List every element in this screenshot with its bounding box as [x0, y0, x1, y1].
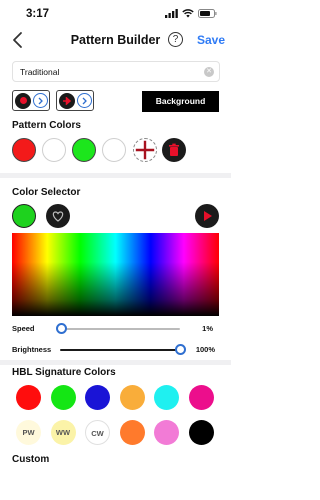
signature-color-swatch[interactable] [85, 385, 110, 410]
trash-icon [169, 143, 179, 156]
signature-color-swatch[interactable] [188, 385, 214, 410]
current-color-swatch[interactable] [12, 204, 36, 228]
delete-color-button[interactable] [162, 138, 186, 162]
dot-mode-icon [15, 92, 31, 109]
signature-color-swatch[interactable] [154, 385, 179, 410]
favorite-button[interactable] [46, 204, 70, 228]
color-spectrum-picker[interactable] [12, 233, 219, 316]
add-color-button[interactable] [133, 138, 157, 162]
battery-icon [198, 9, 217, 18]
signature-color-swatch[interactable] [154, 420, 179, 445]
pattern-color-swatch[interactable] [12, 138, 36, 162]
color-selector-title: Color Selector [12, 187, 81, 198]
signature-color-swatch[interactable] [188, 420, 214, 445]
brightness-label: Brightness [12, 345, 52, 354]
custom-colors-title: Custom [12, 454, 50, 465]
play-icon [204, 211, 212, 221]
status-bar: 3:17 [0, 0, 231, 28]
status-time: 3:17 [26, 8, 50, 20]
divider [0, 360, 231, 365]
clear-icon[interactable]: ✕ [204, 67, 214, 77]
signature-color-swatch[interactable] [119, 385, 145, 410]
brightness-slider-thumb[interactable] [175, 344, 186, 355]
speed-track[interactable] [60, 328, 180, 330]
signature-color-swatch[interactable] [50, 385, 76, 410]
speed-value: 1% [202, 324, 213, 333]
preview-play-button[interactable] [195, 204, 219, 228]
pattern-name-value: Traditional [20, 67, 60, 77]
pattern-colors-title: Pattern Colors [12, 120, 81, 131]
signature-colors-title: HBL Signature Colors [12, 367, 116, 378]
arrow-mode-icon [59, 92, 75, 109]
pattern-color-swatch[interactable] [72, 138, 96, 162]
wifi-icon [182, 9, 194, 18]
speed-slider-thumb[interactable] [56, 323, 68, 334]
signature-color-swatch[interactable]: WW [50, 420, 76, 445]
chevron-right-icon [77, 93, 92, 108]
signature-color-swatch[interactable]: CW [85, 420, 110, 445]
speed-label: Speed [12, 324, 35, 333]
chevron-right-icon [33, 93, 48, 108]
signature-color-swatch[interactable]: PW [16, 420, 41, 445]
signal-icon [165, 9, 178, 18]
nav-bar: Pattern Builder ? Save [0, 28, 231, 54]
divider [0, 173, 231, 178]
pattern-name-input[interactable]: Traditional ✕ [12, 61, 220, 82]
brightness-value: 100% [195, 345, 215, 354]
background-button[interactable]: Background [142, 91, 219, 112]
help-button[interactable]: ? [168, 32, 183, 47]
signature-color-swatch[interactable] [16, 385, 41, 410]
heart-icon [52, 211, 64, 222]
brightness-track[interactable] [60, 349, 180, 351]
pattern-color-swatch[interactable] [102, 138, 126, 162]
pattern-color-swatch[interactable] [42, 138, 66, 162]
chase-mode-button[interactable] [56, 90, 94, 111]
static-mode-button[interactable] [12, 90, 50, 111]
signature-color-swatch[interactable] [119, 420, 145, 445]
save-button[interactable]: Save [197, 33, 225, 47]
status-icons [165, 9, 217, 18]
